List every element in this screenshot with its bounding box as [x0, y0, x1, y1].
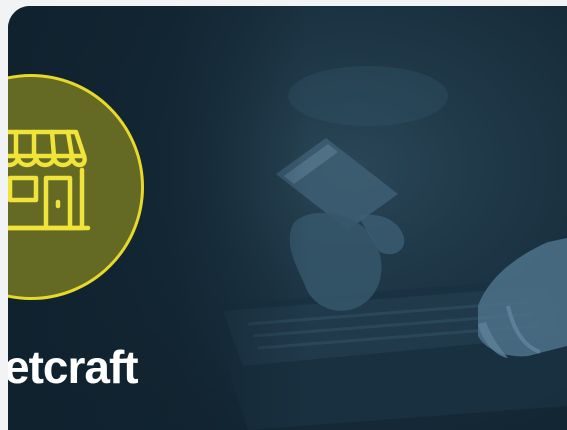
hero-banner: etcraft [8, 6, 567, 430]
storefront-icon [8, 129, 91, 231]
brand-wordmark: etcraft [8, 341, 139, 393]
